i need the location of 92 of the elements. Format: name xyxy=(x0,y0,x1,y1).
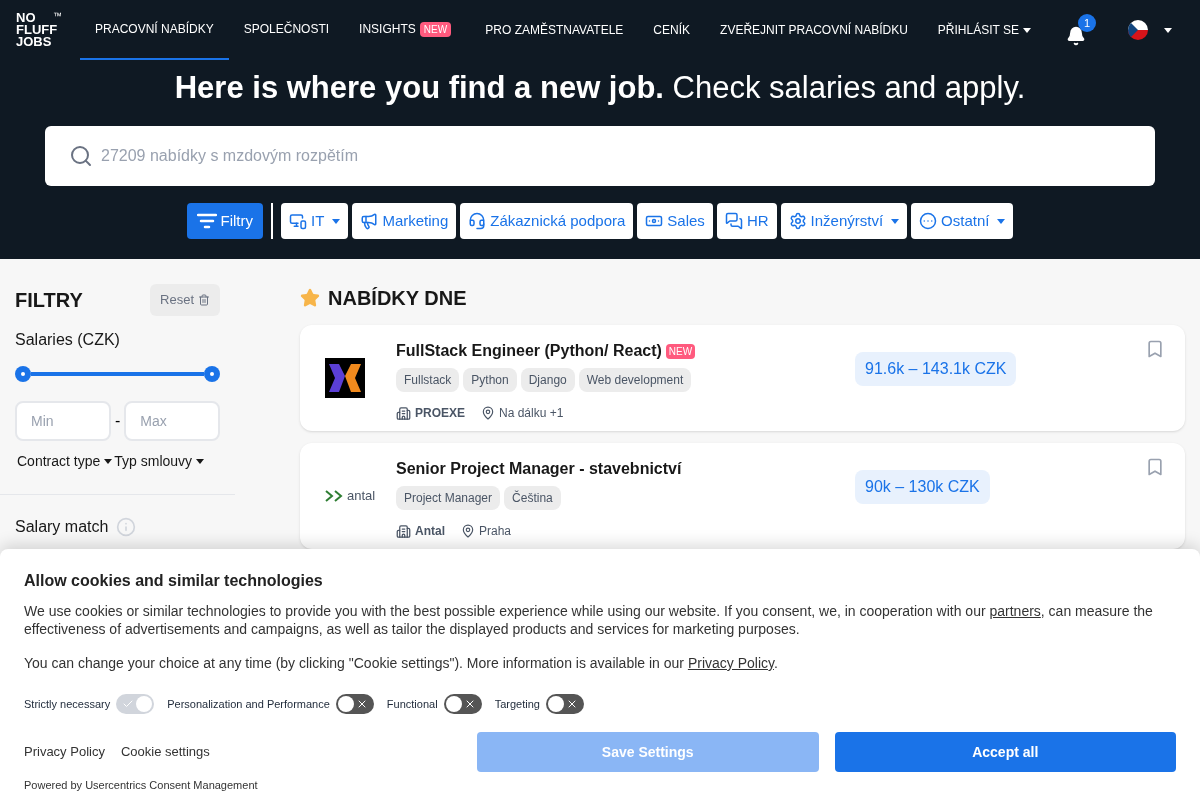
search-input[interactable]: 27209 nabídky s mzdovým rozpětím xyxy=(101,144,1131,168)
chat-bubbles-icon xyxy=(724,212,743,230)
salaries-label: Salaries (CZK) xyxy=(15,330,121,350)
toggle-switch[interactable] xyxy=(443,694,482,714)
notification-count: 1 xyxy=(1078,14,1096,32)
logo[interactable]: NO FLUFF JOBS ™ xyxy=(16,0,80,60)
category-button[interactable]: Ostatní xyxy=(911,203,1014,239)
toggle-switch[interactable] xyxy=(545,694,584,714)
company-name: Antal xyxy=(415,523,445,540)
job-card[interactable]: antal Senior Project Manager - stavebnictví Project Manager Čeština Antal Praha 90k – 130k CZK xyxy=(300,443,1185,549)
job-title: FullStack Engineer (Python/ React) xyxy=(396,341,662,361)
accept-all-button[interactable]: Accept all xyxy=(834,732,1176,772)
category-button[interactable]: Sales xyxy=(637,203,713,239)
skill-tag[interactable]: Fullstack xyxy=(396,368,460,392)
megaphone-icon xyxy=(360,212,379,230)
toggle-switch[interactable] xyxy=(335,694,374,714)
star-icon xyxy=(300,288,320,308)
skill-tag[interactable]: Django xyxy=(520,368,575,392)
cookie-banner-text: We use cookies or similar technologies to provide you with the best possible experience while using our website. If you consent, we, in cooperation with our partners, can measure the effectiveness of advertisements and campaigns, as well as tailor the displayed products and services for marketing purposes. xyxy=(24,602,1154,638)
partners-link[interactable]: partners xyxy=(989,603,1041,619)
salary-range: 90k – 130k CZK xyxy=(855,470,990,504)
category-button[interactable]: Marketing xyxy=(352,203,457,239)
headset-icon xyxy=(468,212,487,230)
slider-handle[interactable] xyxy=(204,366,220,382)
bookmark-icon[interactable] xyxy=(1145,339,1165,359)
location-pin-icon xyxy=(481,406,495,420)
skill-tag[interactable]: Project Manager xyxy=(396,486,501,510)
category-button[interactable]: HR xyxy=(716,203,777,239)
new-badge: NEW xyxy=(419,21,452,37)
footer-link[interactable]: Cookie settings xyxy=(120,742,210,762)
footer-link[interactable]: Privacy Policy xyxy=(24,742,105,762)
info-icon xyxy=(116,517,137,537)
dropdown-button[interactable]: Typ smlouvy xyxy=(114,451,205,472)
toggle-label: Targeting xyxy=(494,696,540,712)
category-button[interactable]: Zákaznická podpora xyxy=(460,203,634,239)
company-name: PROEXE xyxy=(415,405,465,422)
skill-tag[interactable]: Web development xyxy=(578,368,692,392)
company-logo-icon xyxy=(325,490,343,502)
filters-heading: FILTRY xyxy=(15,288,83,313)
offers-heading: NABÍDKY DNE xyxy=(328,286,467,311)
location-pin-icon xyxy=(461,524,475,538)
nav-tab[interactable]: SPOLEČNOSTI xyxy=(228,0,345,60)
reset-button[interactable]: Reset xyxy=(150,284,220,316)
search-icon xyxy=(69,144,93,168)
nav-tab[interactable]: INSIGHTS NEW xyxy=(344,0,467,60)
privacy-policy-link[interactable]: Privacy Policy xyxy=(687,655,774,671)
company-logo-text: antal xyxy=(347,487,376,506)
filter-icon xyxy=(196,213,217,229)
toggle-label: Functional xyxy=(386,696,438,712)
range-separator: - xyxy=(115,411,121,431)
monitor-icon xyxy=(289,212,308,230)
salary-match-label: Salary match xyxy=(15,517,109,537)
category-button[interactable]: IT xyxy=(281,203,349,239)
nav-link[interactable]: PŘIHLÁSIT SE xyxy=(922,0,1046,60)
czech-flag-icon xyxy=(1128,20,1148,40)
building-icon xyxy=(396,405,411,421)
slider-handle[interactable] xyxy=(15,366,31,382)
cookie-banner-text: You can change your choice at any time (by clicking "Cookie settings"). More information is available in our Privacy Policy. xyxy=(24,654,779,672)
powered-by-text: Powered by Usercentrics Consent Management xyxy=(24,777,259,793)
notifications-button[interactable]: 1 xyxy=(1066,14,1096,46)
search-field[interactable]: 27209 nabídky s mzdovým rozpětím xyxy=(45,126,1155,186)
bell-icon xyxy=(1066,26,1086,46)
check-icon xyxy=(122,698,135,710)
nav-link[interactable]: ZVEŘEJNIT PRACOVNÍ NABÍDKU xyxy=(705,0,923,60)
hero-heading: Here is where you find a new job. Check salaries and apply. xyxy=(174,69,1026,107)
gear-icon xyxy=(788,212,807,230)
toggle-label: Personalization and Performance xyxy=(167,696,330,712)
dropdown-button[interactable]: Contract type xyxy=(17,451,113,472)
job-location: Praha xyxy=(479,523,512,540)
trash-icon xyxy=(198,294,210,306)
job-card[interactable]: FullStack Engineer (Python/ React) NEW Fullstack Python Django Web development PROEXE Na dálku +1 91.6k – 143.1k CZK xyxy=(300,325,1185,431)
skill-tag[interactable]: Čeština xyxy=(504,486,561,510)
cookie-banner-title: Allow cookies and similar technologies xyxy=(24,571,324,591)
toggle-label: Strictly necessary xyxy=(24,696,111,712)
job-title: Senior Project Manager - stavebnictví xyxy=(396,459,682,479)
building-icon xyxy=(396,523,411,539)
skill-tag[interactable]: Python xyxy=(463,368,517,392)
caret-icon xyxy=(1164,27,1172,33)
filter-button[interactable]: Filtry xyxy=(186,203,264,239)
more-icon xyxy=(919,212,938,230)
salary-range: 91.6k – 143.1k CZK xyxy=(855,352,1017,386)
nav-link[interactable]: PRO ZAMĚSTNAVATELE xyxy=(470,0,639,60)
new-badge: NEW xyxy=(665,343,696,359)
max-salary-field[interactable]: Max xyxy=(124,401,221,441)
caret-icon xyxy=(104,459,113,464)
caret-icon xyxy=(196,459,205,464)
category-button[interactable]: Inženýrství xyxy=(780,203,908,239)
min-salary-field[interactable]: Min xyxy=(15,401,111,441)
nav-link[interactable]: CENÍK xyxy=(638,0,706,60)
company-logo xyxy=(325,358,365,398)
job-location: Na dálku +1 xyxy=(499,405,564,422)
bookmark-icon[interactable] xyxy=(1145,457,1165,477)
